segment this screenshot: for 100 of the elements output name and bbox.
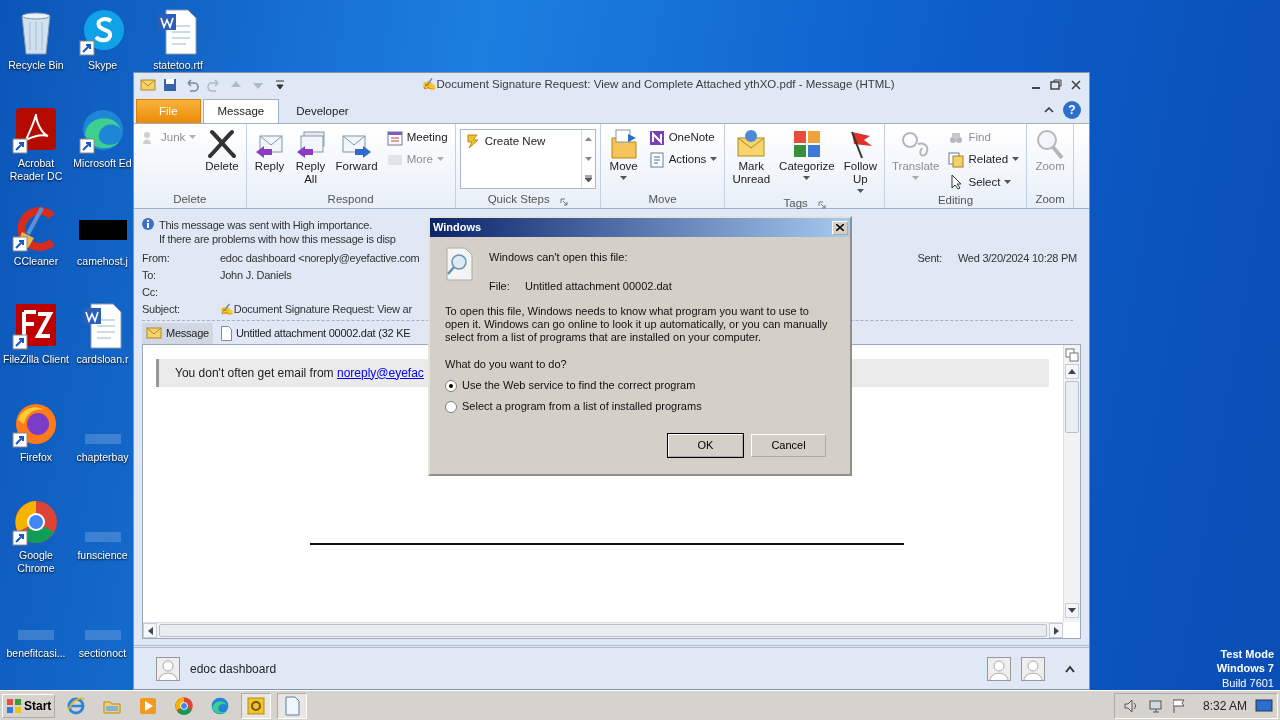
icon-label[interactable]: camehost.j <box>77 255 128 268</box>
dialog-description: To open this file, Windows needs to know what program you want to use to open it. Windows can go online to look it up automatically, or you can manually select from a list of programs that are installed on your computer. <box>445 305 829 344</box>
documents-icon <box>948 151 965 168</box>
field-label: Subject: <box>142 302 181 318</box>
caret-icon[interactable] <box>1012 157 1020 163</box>
sender-name: edoc dashboard <box>190 660 277 678</box>
clock[interactable]: 8:32 AM <box>1202 696 1247 715</box>
delete-icon <box>205 128 238 160</box>
file-icon <box>220 325 232 341</box>
chrome-icon <box>174 695 195 716</box>
network-icon[interactable] <box>1146 697 1163 714</box>
scroll-down-button[interactable] <box>1065 603 1079 618</box>
list-icon <box>648 151 665 168</box>
avatar-icon <box>156 656 180 681</box>
icon-label[interactable]: chapterbay <box>76 451 129 464</box>
watermark-text: Build 7601 <box>1221 675 1274 690</box>
lightning-icon <box>464 133 481 149</box>
window-title: ✍Document Signature Request: View and Complete Attached ythXO.pdf - Message (HTML) <box>421 76 896 92</box>
watermark-text: Test Mode <box>1219 647 1274 662</box>
scroll-left-button[interactable] <box>143 623 157 638</box>
icon-label[interactable]: Microsoft Ed <box>73 157 132 170</box>
ribbon-button[interactable]: Reply <box>250 127 289 175</box>
info-text: This message was sent with High importance. <box>159 218 373 232</box>
launcher-icon[interactable] <box>559 198 568 206</box>
caret-icon[interactable] <box>803 176 811 182</box>
scroll-right-button[interactable] <box>1049 623 1063 638</box>
close-icon <box>836 224 844 231</box>
caret-icon[interactable] <box>710 157 718 163</box>
file-label: File: <box>489 280 511 293</box>
attachment-tab[interactable]: Message <box>142 323 213 344</box>
icon-label[interactable]: cardsloan.r <box>76 353 129 366</box>
document-icon <box>282 695 303 716</box>
expand-icon <box>584 174 592 182</box>
icon-label[interactable]: Firefox <box>19 451 53 464</box>
collapse-icon[interactable] <box>1065 664 1075 673</box>
pane-toggle-icon[interactable] <box>1065 347 1079 362</box>
caret-icon[interactable] <box>856 189 864 195</box>
dialog-question: What do you want to do? <box>445 358 568 371</box>
field-label: Sent: <box>917 251 942 267</box>
caret-icon[interactable] <box>620 176 628 182</box>
dialog-button[interactable]: OK <box>668 434 743 457</box>
ribbon-button[interactable]: Follow Up <box>840 127 880 196</box>
icon-label[interactable]: statetoo.rtf <box>153 59 203 72</box>
icon-label[interactable]: Acrobat Reader DC <box>3 157 69 183</box>
ribbon-button[interactable]: Categorize <box>776 127 838 183</box>
group-label: Quick Steps <box>487 192 550 208</box>
up-arrow-icon <box>584 136 592 144</box>
field-value: John J. Daniels <box>220 268 292 284</box>
save-icon[interactable] <box>162 76 178 93</box>
icon-label[interactable]: FileZilla Client <box>3 353 69 366</box>
field-value: ✍Document Signature Request: View ar <box>220 302 412 318</box>
close-icon[interactable] <box>1069 77 1083 92</box>
outlook-icon <box>246 695 267 716</box>
windows-logo-icon <box>6 697 22 714</box>
option-label[interactable]: Select a program from a list of installed programs <box>462 400 702 413</box>
icon-label[interactable]: benefitcasi... <box>6 647 66 660</box>
ribbon-button[interactable]: OneNote <box>645 127 721 149</box>
icon-label[interactable]: Google Chrome <box>3 549 69 575</box>
icon-label[interactable]: sectionoct <box>78 647 127 660</box>
envelope-icon <box>735 128 768 160</box>
ribbon-button[interactable]: Actions <box>645 149 721 171</box>
gallery-item[interactable]: Create New <box>460 130 581 152</box>
close-button[interactable] <box>832 220 848 235</box>
ribbon-button[interactable]: Related <box>945 149 1023 171</box>
avatar-icon <box>1021 656 1045 681</box>
envelope-icon <box>146 327 162 340</box>
ribbon-button[interactable]: Reply All <box>291 127 330 188</box>
attachment-tab[interactable]: Untitled attachment 00002.dat (32 KE <box>216 323 415 344</box>
restore-icon[interactable] <box>1049 77 1063 92</box>
icon-label[interactable]: funscience <box>77 549 128 562</box>
radio-button[interactable] <box>445 400 457 413</box>
ribbon-tab[interactable]: Developer <box>281 99 364 123</box>
field-label: To: <box>142 268 157 284</box>
help-button[interactable]: ? <box>1063 101 1081 119</box>
dialog-button[interactable]: Cancel <box>751 434 826 457</box>
app-logo-icon[interactable] <box>12 498 60 546</box>
icon-label[interactable]: Recycle Bin <box>8 59 64 72</box>
caret-icon[interactable] <box>1004 179 1012 185</box>
ribbon-button[interactable]: Mark Unread <box>729 127 774 188</box>
group-label: Move <box>648 192 677 208</box>
info-text: If there are problems with how this message is disp <box>159 232 396 246</box>
launcher-icon[interactable] <box>817 201 826 210</box>
ribbon-button[interactable]: Move <box>604 127 643 183</box>
ribbon-button[interactable]: Forward <box>332 127 381 175</box>
icon-label[interactable]: Skype <box>87 59 118 72</box>
ribbon-button[interactable]: Meeting <box>383 127 451 149</box>
taskbar-button[interactable] <box>241 692 272 719</box>
show-desktop-icon[interactable] <box>1255 697 1273 714</box>
ribbon-button[interactable]: Select <box>945 171 1023 193</box>
app-logo-icon[interactable] <box>78 8 127 56</box>
ribbon-button[interactable]: Delete <box>202 127 242 175</box>
email-link[interactable]: noreply@eyefac <box>336 365 424 380</box>
icon-label[interactable]: CCleaner <box>13 255 59 268</box>
radio-button[interactable] <box>445 379 457 392</box>
flag-icon[interactable] <box>1170 697 1187 714</box>
volume-icon[interactable] <box>1122 697 1139 714</box>
scroll-up-button[interactable] <box>1065 363 1079 379</box>
ribbon-tab[interactable]: Message <box>202 99 280 123</box>
undo-icon[interactable] <box>184 76 200 93</box>
start-button[interactable]: Start <box>2 693 56 718</box>
